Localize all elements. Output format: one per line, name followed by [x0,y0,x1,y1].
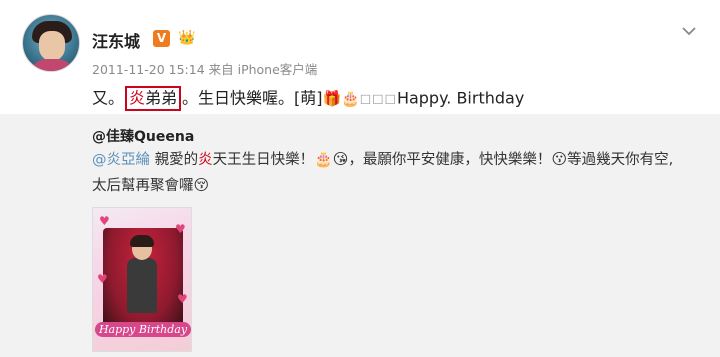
repost-username[interactable]: @佳臻Queena [92,126,194,146]
weibo-post: 汪东城 V 👑 2011-11-20 15:14 来自 iPhone客户端 又。… [0,0,720,357]
crown-icon: 👑 [178,30,196,46]
person-hair [130,235,154,247]
heart-icon: ♥ [177,292,188,306]
cake-emoji-icon: 🎂 [314,150,333,168]
image-caption: Happy Birthday [95,322,191,337]
post-timestamp: 2011-11-20 15:14 [92,62,205,77]
kissing-emoji-icon: 😗 [551,150,568,168]
heart-icon: ♥ [99,214,110,228]
kiss-emoji-icon: 😘 [332,150,349,168]
highlight-box: 炎弟弟 [125,86,182,111]
repost-line2-text: 太后幫再聚會囉 [92,178,194,194]
avatar-face [39,31,65,61]
post-text-suffix: Happy. Birthday [396,88,525,108]
post-username[interactable]: 汪东城 [92,28,140,52]
post-text-prefix: 又。 [92,88,125,108]
repost-seg1: 親愛的 [150,152,199,168]
highlight-red-char: 炎 [129,88,146,108]
post-text-middle: 。生日快樂喔。[萌] [182,88,323,108]
repost-seg3: ，最願你平安健康，快快樂樂！ [348,152,552,168]
heart-icon: ♥ [97,272,108,286]
gift-emoji-icon: 🎁 [322,89,342,108]
post-meta: 2011-11-20 15:14 来自 iPhone客户端 [92,59,317,78]
repost-line-1: @炎亞綸 親愛的炎天王生日快樂！🎂😘，最願你平安健康，快快樂樂！😗等過幾天你有空… [92,148,673,171]
person-body [127,258,157,313]
highlight-rest: 弟弟 [145,88,178,108]
avatar[interactable] [22,14,80,72]
verified-icon: V [153,30,170,47]
mention-link[interactable]: @炎亞綸 [92,152,150,168]
chevron-down-icon[interactable] [680,22,698,40]
repost-seg2: 天王生日快樂！ [212,152,315,168]
cake-emoji-icon: 🎂 [341,89,360,108]
heart-icon: ♥ [175,222,186,236]
repost-container[interactable]: @佳臻Queena @炎亞綸 親愛的炎天王生日快樂！🎂😘，最願你平安健康，快快樂… [0,114,720,357]
repost-image[interactable]: ♥ ♥ ♥ ♥ Happy Birthday [92,207,192,352]
avatar-shirt [29,59,75,71]
repost-line-2: 太后幫再聚會囉😚 [92,174,209,197]
image-person [127,235,157,313]
placeholder-boxes: □□□ [359,91,397,106]
post-text: 又。 炎弟弟 。生日快樂喔。[萌]🎁🎂□□□Happy. Birthday [92,86,524,111]
post-source[interactable]: 来自 iPhone客户端 [209,62,318,77]
repost-red-char: 炎 [198,152,213,168]
repost-seg4: 等過幾天你有空, [567,152,674,168]
blush-emoji-icon: 😚 [193,176,210,194]
